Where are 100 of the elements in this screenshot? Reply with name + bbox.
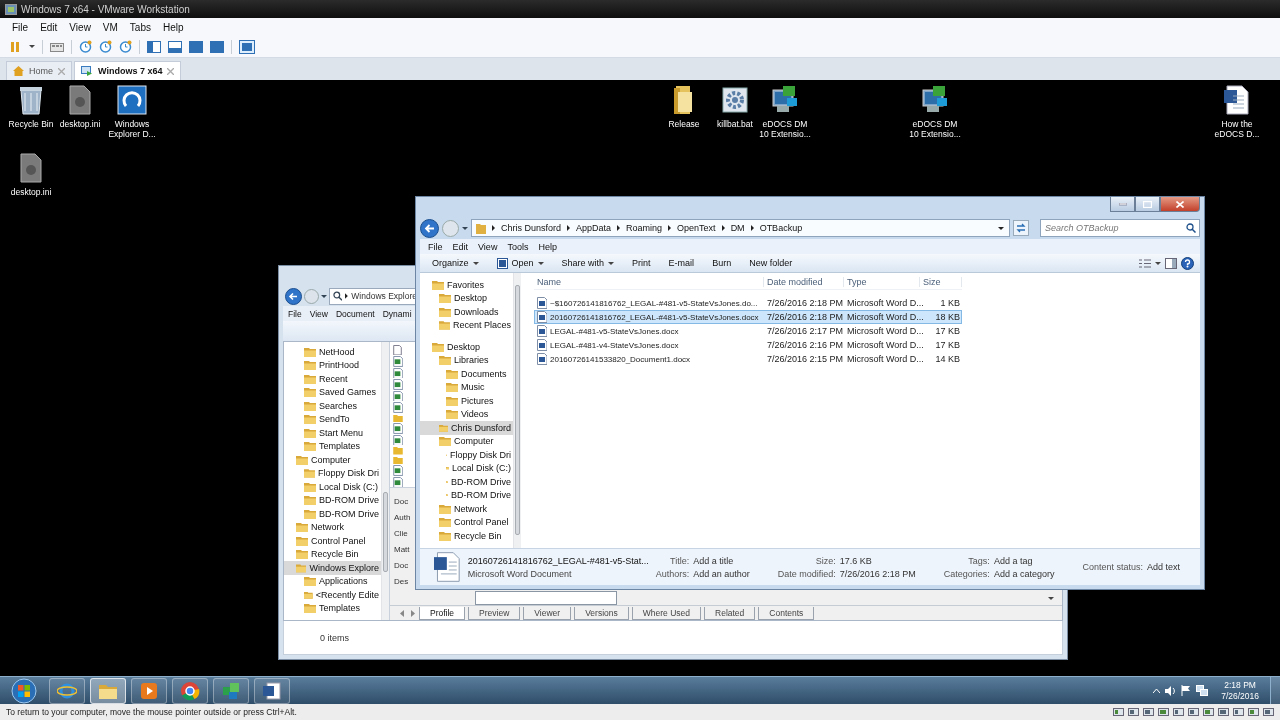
command-button[interactable]: E-mail: [662, 254, 703, 272]
scrollbar[interactable]: [513, 273, 521, 548]
tree-item[interactable]: Recent Places: [420, 318, 513, 332]
tree-item[interactable]: Downloads: [420, 305, 513, 319]
chevron-icon[interactable]: [668, 225, 672, 231]
menu-item[interactable]: Help: [538, 241, 557, 252]
device-icon[interactable]: [1143, 707, 1154, 717]
tree-item[interactable]: Control Panel: [284, 534, 381, 548]
menu-item[interactable]: VM: [102, 21, 118, 33]
file-row[interactable]: LEGAL-#481-v5-StateVsJones.docx 7/26/2016 2:17 PM Microsoft Word D... 17 KB: [534, 324, 962, 338]
device-icon[interactable]: [1218, 707, 1229, 717]
command-button[interactable]: Share with: [555, 254, 623, 272]
search-field[interactable]: Search OTBackup: [1040, 219, 1200, 237]
breadcrumb-item[interactable]: OpenText: [677, 223, 716, 233]
tree-item[interactable]: Local Disk (C:): [420, 461, 513, 475]
menu-item[interactable]: Help: [163, 21, 184, 33]
command-button[interactable]: Organize: [426, 254, 487, 272]
device-icon[interactable]: [1128, 707, 1139, 717]
icon-label[interactable]: eDOCS DM 10 Extensio...: [907, 119, 963, 139]
file-row[interactable]: LEGAL-#481-v4-StateVsJones.docx 7/26/2016 2:16 PM Microsoft Word D... 17 KB: [534, 338, 962, 352]
taskbar-button[interactable]: [131, 677, 167, 704]
spreadsheet-icon[interactable]: [393, 367, 403, 379]
spreadsheet-icon[interactable]: [393, 356, 403, 367]
tree-item[interactable]: <Recently Edite: [284, 588, 381, 602]
tree-item[interactable]: Network: [284, 520, 381, 534]
taskbar-button[interactable]: [254, 677, 290, 704]
breadcrumb-item[interactable]: AppData: [576, 223, 612, 233]
tree-item[interactable]: Recycle Bin: [284, 547, 381, 561]
taskbar-button[interactable]: [90, 677, 126, 704]
menu-item[interactable]: View: [309, 308, 328, 319]
tree-item[interactable]: Documents: [420, 367, 513, 381]
chevron-icon[interactable]: [492, 225, 495, 231]
tree-item[interactable]: Desktop: [420, 340, 513, 354]
tree-item[interactable]: Floppy Disk Dri: [420, 448, 513, 462]
spreadsheet-icon[interactable]: [393, 390, 403, 402]
property-value[interactable]: Add a tag: [993, 555, 1055, 566]
column-header[interactable]: Name: [534, 276, 764, 287]
preview-pane-icon[interactable]: [1165, 257, 1177, 269]
window-icon[interactable]: [210, 40, 224, 53]
tree-item[interactable]: BD-ROM Drive: [420, 488, 513, 502]
device-icon[interactable]: [1248, 707, 1259, 717]
menu-item[interactable]: View: [478, 241, 498, 252]
flag-icon[interactable]: [1181, 685, 1192, 696]
device-icon[interactable]: [1263, 707, 1274, 717]
tree-item[interactable]: Start Menu: [284, 426, 381, 440]
breadcrumb-item[interactable]: Chris Dunsford: [501, 223, 562, 233]
tree-item[interactable]: Videos: [420, 407, 513, 421]
tree-item[interactable]: Desktop: [420, 291, 513, 305]
tree-item[interactable]: Computer: [284, 453, 381, 467]
keyboard-icon[interactable]: [50, 40, 64, 53]
caret-icon[interactable]: [462, 226, 468, 230]
breadcrumb-item[interactable]: OTBackup: [759, 223, 803, 233]
caret-icon[interactable]: [1155, 261, 1161, 265]
close-button[interactable]: [1160, 197, 1200, 212]
file-row[interactable]: ~$160726141816762_LEGAL-#481-v5-StateVsJones.do... 7/26/2016 2:18 PM Microsoft Word D... 1 KB: [534, 296, 962, 310]
chevron-icon[interactable]: [721, 225, 725, 231]
menu-item[interactable]: File: [428, 241, 443, 252]
back-button[interactable]: [285, 287, 302, 305]
tab[interactable]: Windows 7 x64: [74, 61, 182, 80]
tree-item[interactable]: Music: [420, 380, 513, 394]
spreadsheet-icon[interactable]: [393, 476, 403, 487]
tree-item[interactable]: Applications: [284, 574, 381, 588]
menu-item[interactable]: Tools: [507, 241, 529, 252]
clock-date[interactable]: 7/26/2016: [1221, 690, 1259, 702]
clock-icon[interactable]: [119, 40, 132, 53]
tree-item[interactable]: Favorites: [420, 278, 513, 292]
tree-item[interactable]: Floppy Disk Dri: [284, 466, 381, 480]
spreadsheet-icon[interactable]: [393, 465, 403, 476]
spreadsheet-icon[interactable]: [393, 423, 403, 434]
clock-time[interactable]: 2:18 PM: [1224, 679, 1256, 691]
tab[interactable]: Profile: [419, 606, 466, 620]
address-bar[interactable]: Windows Explore: [329, 287, 417, 305]
taskbar-button[interactable]: [49, 677, 85, 704]
tree-item[interactable]: Searches: [284, 399, 381, 413]
start-button[interactable]: [10, 676, 38, 705]
tab[interactable]: Home: [6, 61, 72, 80]
address-bar[interactable]: Chris Dunsford AppData Roaming OpenText DM OTBackup: [471, 219, 1010, 237]
column-header[interactable]: Type: [844, 276, 920, 287]
menu-item[interactable]: Tabs: [129, 21, 151, 33]
device-icon[interactable]: [1233, 707, 1244, 717]
network-icon[interactable]: [1196, 685, 1209, 696]
column-header[interactable]: Date modified: [764, 276, 844, 287]
property-value[interactable]: Add a category: [993, 568, 1055, 579]
chevron-icon[interactable]: [567, 225, 571, 231]
clock-icon[interactable]: [99, 40, 112, 53]
tree-item[interactable]: Local Disk (C:): [284, 480, 381, 494]
tab[interactable]: Related: [704, 606, 756, 620]
menu-item[interactable]: Document: [336, 308, 375, 319]
tree-item[interactable]: Computer: [420, 434, 513, 448]
maximize-button[interactable]: [1135, 197, 1160, 212]
window-icon[interactable]: [168, 40, 182, 53]
command-button[interactable]: Print: [626, 254, 659, 272]
file-row[interactable]: 20160726141816762_LEGAL-#481-v5-StateVsJones.docx 7/26/2016 2:18 PM Microsoft Word D... 18 KB: [534, 310, 962, 324]
property-value[interactable]: 7/26/2016 2:18 PM: [839, 568, 916, 579]
chevron-icon[interactable]: [617, 225, 621, 231]
tree-item[interactable]: Saved Games: [284, 385, 381, 399]
tree-item[interactable]: Recycle Bin: [420, 529, 513, 543]
device-icon[interactable]: [1113, 707, 1124, 717]
menu-item[interactable]: View: [69, 21, 91, 33]
spreadsheet-icon[interactable]: [393, 379, 403, 390]
